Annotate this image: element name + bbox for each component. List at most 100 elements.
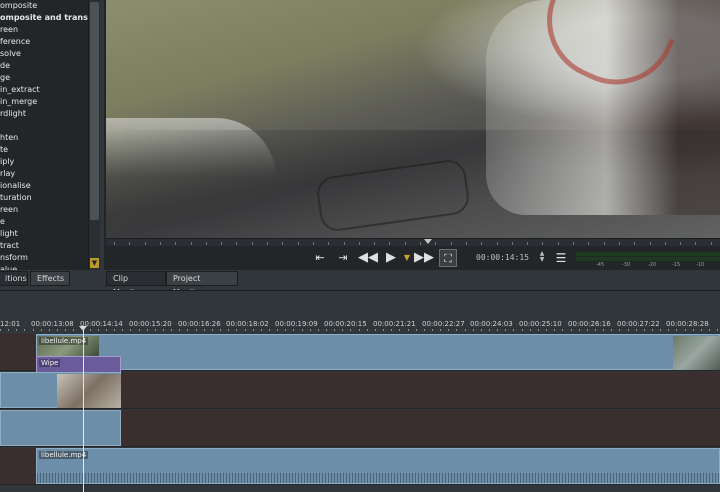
effect-item[interactable]: ge bbox=[0, 72, 88, 84]
seek-tick bbox=[664, 242, 666, 245]
ruler-tick bbox=[480, 329, 482, 331]
tab-transitions[interactable]: itions bbox=[0, 271, 28, 286]
timeline-ruler[interactable]: 12:01 00:00:13:08 00:00:14:14 00:00:15:2… bbox=[0, 290, 720, 331]
ruler-tick bbox=[431, 329, 433, 331]
ruler-tick bbox=[668, 329, 670, 331]
ruler-timecode: 00:00:13:08 bbox=[31, 320, 74, 328]
effect-item[interactable]: ionalise bbox=[0, 180, 88, 192]
effect-item[interactable] bbox=[0, 120, 88, 132]
effect-item[interactable]: omposite bbox=[0, 0, 88, 12]
ruler-tick bbox=[309, 329, 311, 331]
meter-label: -10 bbox=[696, 262, 705, 268]
ruler-tick bbox=[464, 329, 466, 331]
ruler-tick bbox=[268, 329, 270, 331]
seek-tick bbox=[527, 242, 529, 245]
set-zone-in-icon[interactable]: ⇤ bbox=[311, 249, 329, 267]
seek-tick bbox=[511, 242, 513, 245]
effect-item[interactable]: ference bbox=[0, 36, 88, 48]
ruler-tick bbox=[334, 329, 336, 331]
seek-tick bbox=[603, 242, 605, 245]
tab-project-monitor[interactable]: Project Monitor bbox=[166, 271, 238, 297]
audio-level-meter: -45 -30 -20 -15 -10 bbox=[576, 248, 720, 270]
video-track-2[interactable] bbox=[0, 372, 720, 409]
seek-tick bbox=[435, 242, 437, 245]
tab-effects[interactable]: Effects bbox=[30, 271, 70, 286]
effect-item[interactable]: tract bbox=[0, 240, 88, 252]
effect-item[interactable]: light bbox=[0, 228, 88, 240]
monitor-seek-bar[interactable] bbox=[106, 238, 720, 246]
effect-item[interactable]: de bbox=[0, 60, 88, 72]
ruler-tick bbox=[562, 329, 564, 331]
ruler-tick bbox=[277, 329, 279, 331]
ruler-tick bbox=[244, 329, 246, 331]
ruler-tick bbox=[73, 329, 75, 331]
seek-tick bbox=[251, 242, 253, 245]
effect-item[interactable]: solve bbox=[0, 48, 88, 60]
effect-item[interactable]: reen bbox=[0, 204, 88, 216]
effect-item[interactable]: iply bbox=[0, 156, 88, 168]
rewind-icon[interactable]: ◀◀ bbox=[358, 249, 378, 267]
seek-tick bbox=[282, 242, 284, 245]
effect-item[interactable]: nsform bbox=[0, 252, 88, 264]
effect-item[interactable]: rdlight bbox=[0, 108, 88, 120]
monitor-timecode[interactable]: 00:00:14:15 bbox=[476, 253, 529, 262]
ruler-tick bbox=[301, 329, 303, 331]
timeline-clip[interactable] bbox=[0, 372, 121, 408]
ruler-tick bbox=[130, 329, 132, 331]
scrollbar-thumb[interactable] bbox=[90, 2, 99, 220]
tab-clip-monitor[interactable]: Clip Monitor bbox=[106, 271, 166, 297]
ruler-tick bbox=[342, 329, 344, 331]
ruler-tick bbox=[179, 329, 181, 331]
audio-track-1[interactable]: libellule.mp4 bbox=[0, 448, 720, 485]
zone-select-icon[interactable]: ⛶ bbox=[439, 249, 457, 267]
seek-tick bbox=[710, 242, 712, 245]
ruler-tick bbox=[0, 329, 1, 331]
ruler-tick bbox=[154, 329, 156, 331]
scroll-down-icon[interactable]: ▼ bbox=[90, 258, 99, 268]
ruler-tick bbox=[448, 329, 450, 331]
ruler-tick bbox=[652, 329, 653, 331]
seek-tick bbox=[496, 242, 498, 245]
ruler-timecode: 12:01 bbox=[0, 320, 21, 328]
effect-item[interactable]: turation bbox=[0, 192, 88, 204]
ruler-tick bbox=[635, 329, 637, 331]
ruler-tick bbox=[114, 329, 116, 331]
ruler-tick bbox=[122, 329, 124, 331]
ruler-tick bbox=[676, 329, 678, 331]
seek-tick bbox=[312, 242, 314, 245]
effect-item[interactable]: in_extract bbox=[0, 84, 88, 96]
effects-scrollbar[interactable]: ▼ bbox=[88, 0, 100, 270]
ruler-timecode: 00:00:24:03 bbox=[470, 320, 513, 328]
seek-tick bbox=[205, 242, 207, 245]
kdenlive-window: omposite omposite and transfor reen fere… bbox=[0, 0, 720, 492]
effect-item[interactable]: rlay bbox=[0, 168, 88, 180]
seek-playhead-marker[interactable] bbox=[424, 239, 432, 244]
ruler-timecode: 00:00:21:21 bbox=[373, 320, 416, 328]
ruler-tick bbox=[326, 329, 327, 331]
timecode-spinner-icon[interactable]: ▲ ▼ bbox=[538, 251, 546, 263]
effect-item[interactable]: e bbox=[0, 216, 88, 228]
hamburger-menu-icon[interactable]: ☰ bbox=[552, 249, 570, 267]
ruler-tick bbox=[317, 329, 319, 331]
effect-item[interactable]: hten bbox=[0, 132, 88, 144]
ruler-tick bbox=[220, 329, 222, 331]
timeline-clip[interactable] bbox=[0, 410, 121, 446]
ruler-tick bbox=[456, 329, 458, 331]
timeline-clip[interactable]: libellule.mp4 bbox=[36, 334, 720, 370]
effect-item[interactable]: te bbox=[0, 144, 88, 156]
ruler-tick bbox=[138, 329, 140, 331]
set-zone-out-icon[interactable]: ⇥ bbox=[334, 249, 352, 267]
video-preview[interactable] bbox=[106, 0, 720, 238]
video-track-3[interactable] bbox=[0, 410, 720, 447]
timeline-playhead[interactable] bbox=[83, 330, 84, 492]
effect-item[interactable]: in_merge bbox=[0, 96, 88, 108]
audio-clip[interactable]: libellule.mp4 bbox=[36, 448, 720, 484]
meter-label: -15 bbox=[672, 262, 681, 268]
meter-channel-right bbox=[576, 257, 720, 261]
effect-item[interactable]: reen bbox=[0, 24, 88, 36]
effect-group-composite-transform[interactable]: omposite and transfor bbox=[0, 12, 88, 24]
ruler-tick bbox=[146, 329, 148, 331]
seek-tick bbox=[618, 242, 620, 245]
ruler-tick bbox=[537, 329, 539, 331]
fast-forward-icon[interactable]: ▶▶ bbox=[414, 249, 434, 267]
